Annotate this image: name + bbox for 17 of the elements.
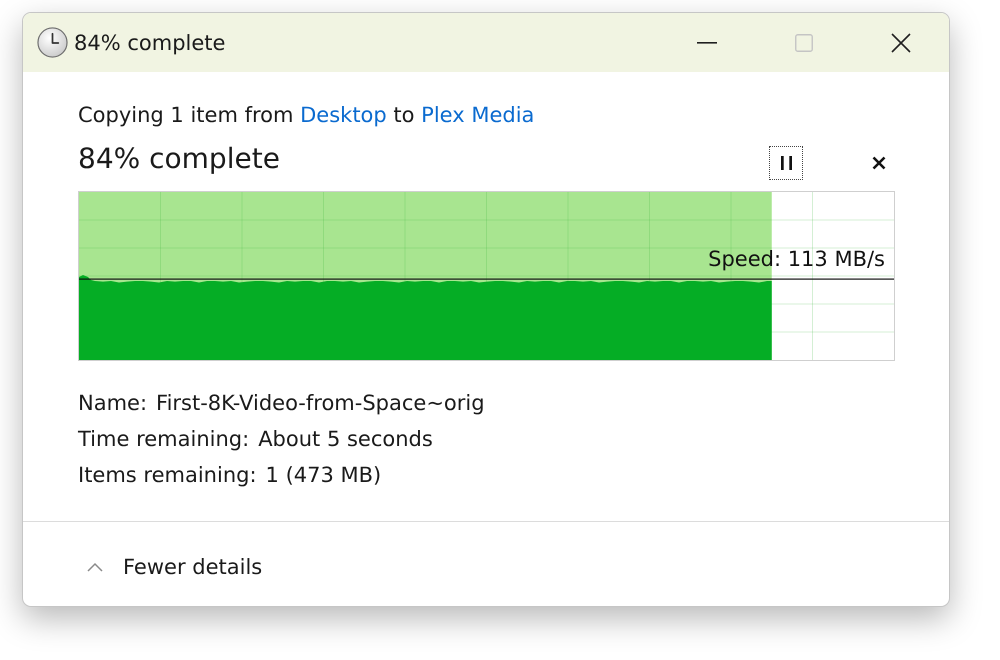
clock-icon [37, 27, 68, 58]
fewer-details-button[interactable]: Fewer details [79, 550, 270, 582]
pause-icon [780, 156, 792, 170]
destination-link[interactable]: Plex Media [421, 103, 534, 127]
detail-label: Name: [78, 390, 148, 417]
window-title: 84% complete [74, 30, 226, 54]
progress-heading: 84% complete [78, 141, 281, 177]
speed-reading: Speed: 113 MB/s [708, 246, 885, 272]
source-link[interactable]: Desktop [300, 103, 387, 127]
close-icon [872, 156, 886, 170]
detail-value: 1 (473 MB) [266, 462, 382, 489]
copy-summary: Copying 1 item from Desktop to Plex Media [78, 102, 536, 129]
detail-label: Items remaining: [78, 462, 257, 489]
detail-value: About 5 seconds [258, 426, 433, 453]
detail-value: First-8K-Video-from-Space~orig [156, 390, 485, 417]
detail-label: Time remaining: [78, 426, 250, 453]
pause-button[interactable] [769, 146, 803, 180]
